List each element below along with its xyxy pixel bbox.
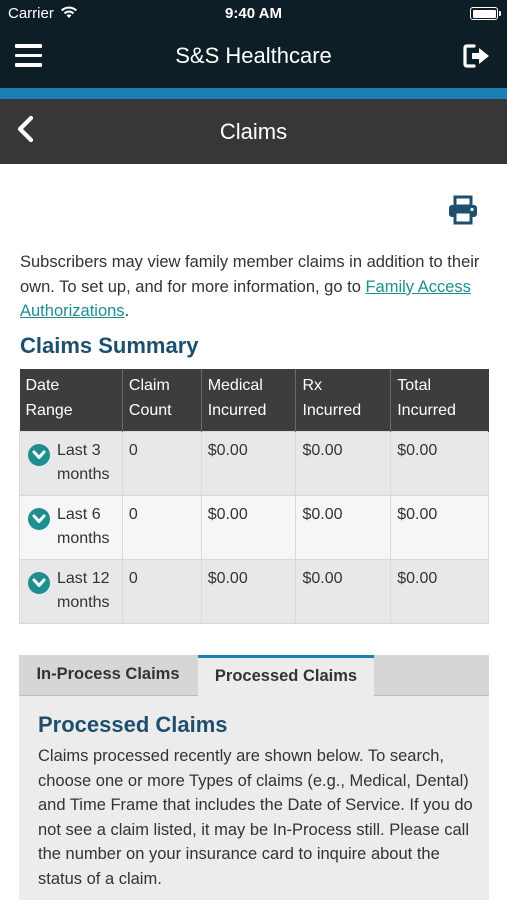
- printer-icon[interactable]: [447, 195, 479, 225]
- range-label: months: [57, 594, 110, 611]
- rx-incurred-cell: $0.00: [295, 430, 392, 496]
- intro-suffix: .: [124, 302, 130, 320]
- claims-tabs: In-Process Claims Processed Claims: [19, 655, 489, 697]
- rx-incurred-cell: $0.00: [295, 494, 392, 560]
- total-incurred-cell: $0.00: [390, 430, 489, 496]
- header-line: Incurred: [207, 401, 267, 419]
- header-line: Medical: [207, 377, 263, 394]
- claim-count-cell: 0: [121, 558, 202, 624]
- medical-incurred-cell: $0.00: [200, 430, 297, 496]
- status-bar: Carrier 9:40 AM: [0, 0, 507, 27]
- total-incurred-cell: $0.00: [390, 558, 489, 624]
- claim-count-cell: 0: [121, 430, 202, 496]
- header-line: Incurred: [302, 401, 362, 419]
- claims-summary-title: Claims Summary: [20, 333, 199, 358]
- app-header: S&S Healthcare: [0, 27, 507, 88]
- app-title: S&S Healthcare: [175, 43, 332, 68]
- range-label: Last 12: [57, 569, 110, 587]
- range-label: Last 3: [57, 441, 101, 459]
- column-header-medical-incurred: Medical Incurred: [201, 369, 297, 431]
- logout-icon[interactable]: [463, 43, 491, 69]
- header-line: Count: [128, 401, 172, 419]
- table-row[interactable]: Last 3 months 0 $0.00 $0.00 $0.00: [19, 430, 489, 496]
- range-label: months: [57, 530, 110, 547]
- header-line: Total: [397, 377, 432, 394]
- intro-text: Subscribers may view family member claim…: [20, 250, 490, 324]
- page-title: Claims: [219, 119, 288, 144]
- column-header-total-incurred: Total Incurred: [390, 369, 489, 431]
- claims-summary-table: Date Range Claim Count Medical Incurred Rx I…: [19, 369, 489, 624]
- expand-chevron-icon[interactable]: [28, 571, 50, 594]
- status-time: 9:40 AM: [225, 5, 282, 22]
- tab-processed-claims[interactable]: Processed Claims: [198, 655, 374, 697]
- date-range-cell: Last 12 months: [19, 558, 123, 624]
- battery-icon: [470, 7, 501, 20]
- range-label: Last 6: [57, 505, 101, 523]
- range-label: months: [57, 466, 110, 483]
- table-row[interactable]: Last 12 months 0 $0.00 $0.00 $0.00: [19, 558, 489, 624]
- header-line: Date: [25, 377, 60, 394]
- page-header: Claims: [0, 99, 507, 164]
- column-header-date-range: Date Range: [19, 369, 123, 431]
- processed-claims-panel: Processed Claims Claims processed recent…: [19, 696, 489, 900]
- processed-claims-description: Claims processed recently are shown belo…: [38, 747, 473, 888]
- header-line: Rx: [302, 377, 323, 394]
- medical-incurred-cell: $0.00: [200, 558, 297, 624]
- claim-count-cell: 0: [121, 494, 202, 560]
- medical-incurred-cell: $0.00: [200, 494, 297, 560]
- tab-in-process-claims[interactable]: In-Process Claims: [19, 655, 197, 696]
- date-range-cell: Last 6 months: [19, 494, 123, 560]
- header-line: Claim: [128, 377, 170, 394]
- accent-stripe: [0, 88, 507, 99]
- expand-chevron-icon[interactable]: [28, 507, 50, 530]
- table-row[interactable]: Last 6 months 0 $0.00 $0.00 $0.00: [19, 494, 489, 560]
- processed-claims-title: Processed Claims: [38, 712, 228, 737]
- rx-incurred-cell: $0.00: [295, 558, 392, 624]
- header-line: Incurred: [397, 401, 456, 419]
- total-incurred-cell: $0.00: [390, 494, 489, 560]
- column-header-rx-incurred: Rx Incurred: [295, 369, 392, 431]
- table-header-row: Date Range Claim Count Medical Incurred Rx I…: [19, 369, 489, 431]
- header-line: Range: [25, 401, 73, 419]
- expand-chevron-icon[interactable]: [28, 443, 50, 466]
- date-range-cell: Last 3 months: [19, 430, 123, 496]
- column-header-claim-count: Claim Count: [122, 369, 202, 431]
